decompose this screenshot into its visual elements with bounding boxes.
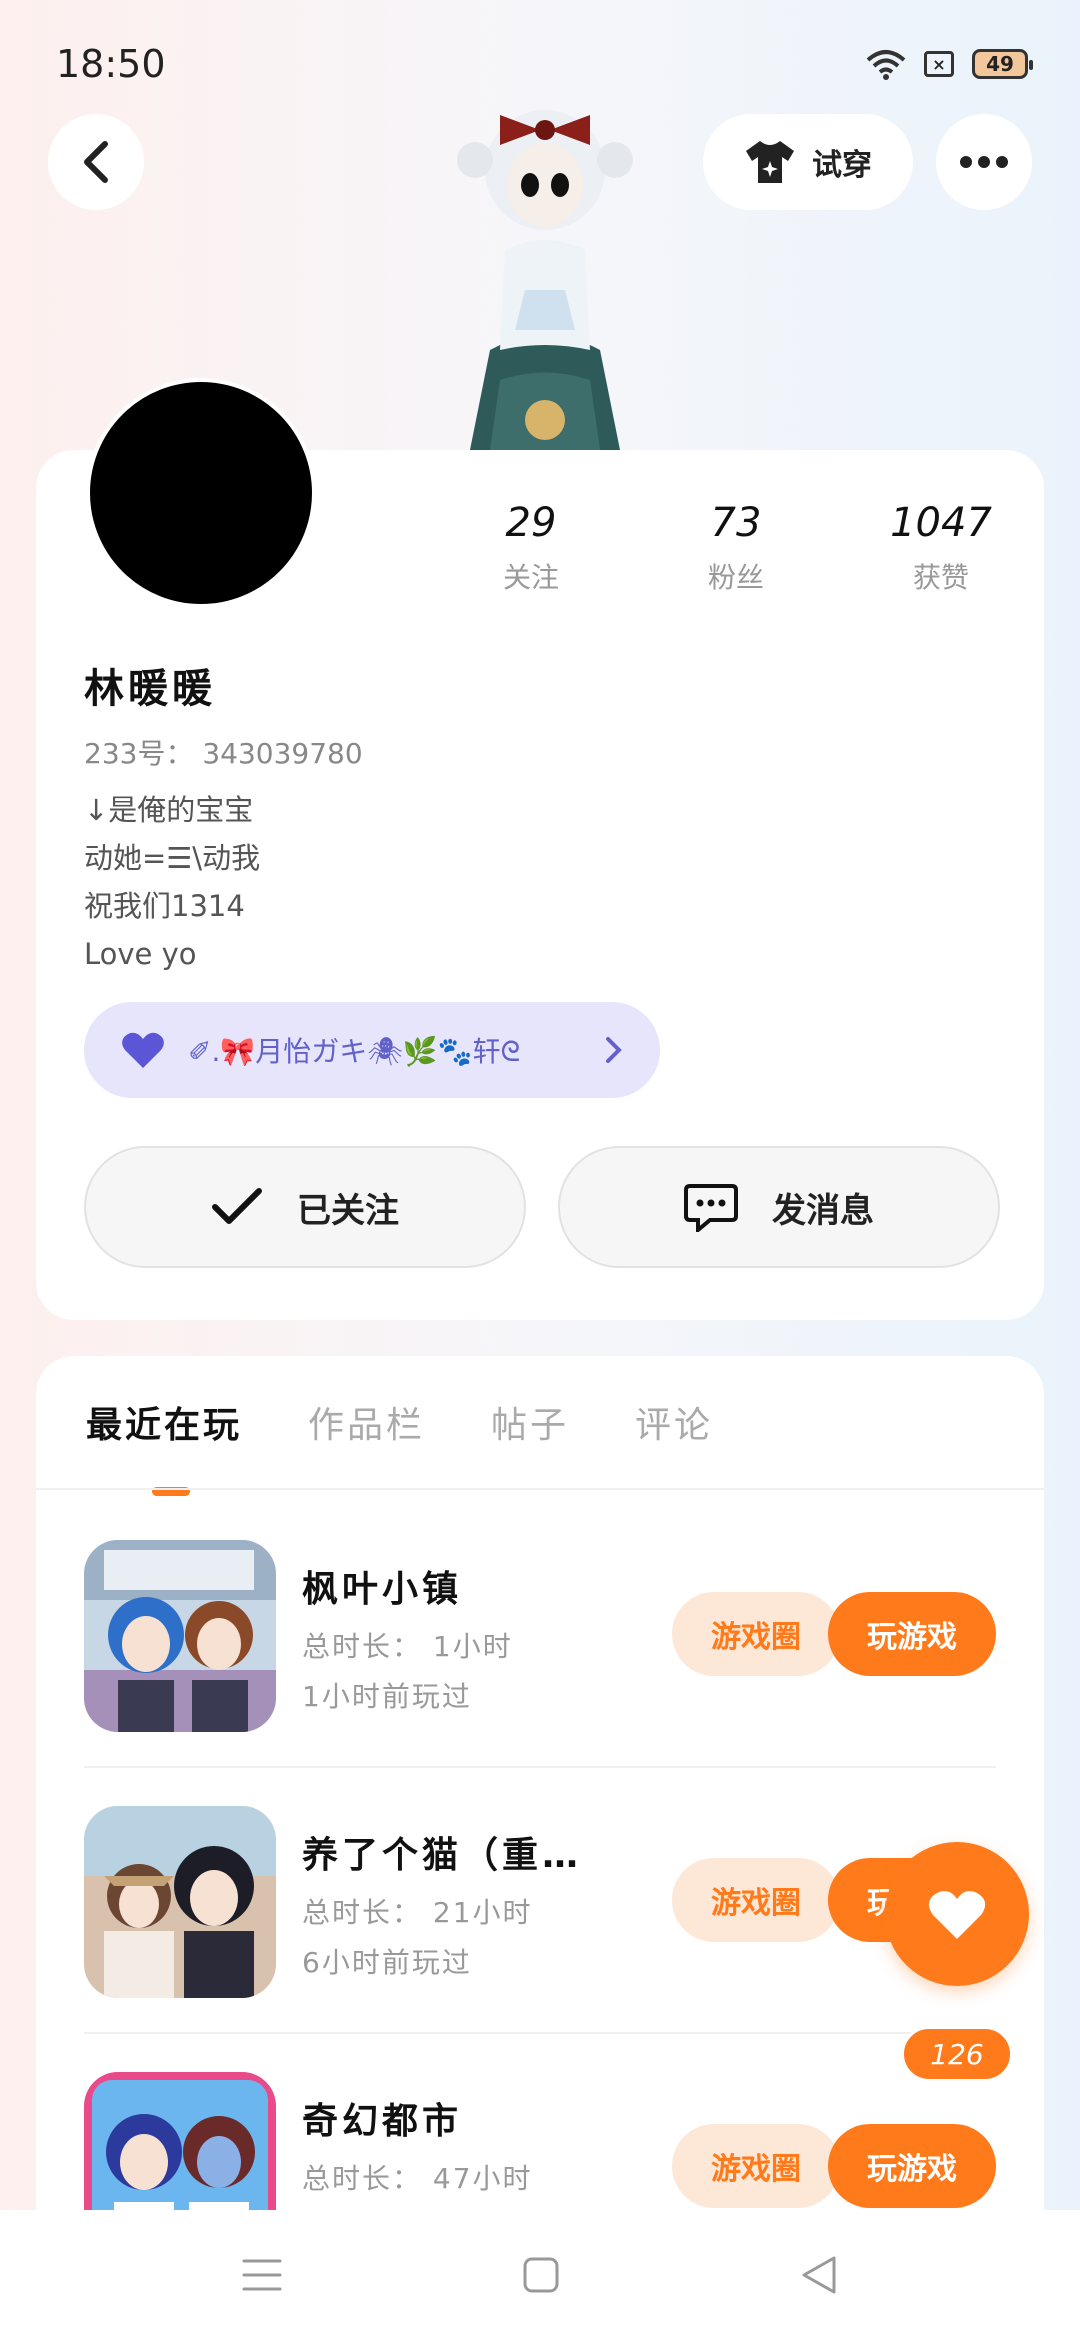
- stat-number: 29: [505, 500, 557, 546]
- heart-icon: [928, 1891, 986, 1939]
- stat-likes[interactable]: 1047 获赞: [866, 500, 1016, 596]
- game-duration: 总时长： 1小时: [302, 1630, 513, 1663]
- back-button[interactable]: [48, 114, 144, 210]
- message-label: 发消息: [772, 1190, 874, 1231]
- group-name: ✐.🎀月怡ガキ🕷🌿🐾轩ᘓ: [188, 1035, 521, 1068]
- sim-card-icon: ×: [924, 51, 954, 77]
- battery-indicator: 49: [972, 49, 1033, 79]
- stat-label: 获赞: [912, 561, 969, 594]
- group-badge[interactable]: ✐.🎀月怡ガキ🕷🌿🐾轩ᘓ: [84, 1002, 660, 1098]
- system-nav-bar: [0, 2210, 1080, 2340]
- content-card: 最近在玩 作品栏 帖子 评论 枫叶小镇 总时长： 1小时 1小时前玩过 游戏圈 …: [36, 1356, 1044, 2340]
- bio-line: ↓是俺的宝宝: [84, 793, 254, 827]
- list-item[interactable]: 养了个猫（重… 总时长： 21小时 6小时前玩过 游戏圈 玩游戏: [84, 1806, 996, 2006]
- divider: [36, 1488, 1044, 1490]
- bio: ↓是俺的宝宝 动她=☰\动我 祝我们1314 Love yo: [84, 786, 260, 978]
- more-dot-icon: [960, 156, 972, 168]
- game-meta: 总时长： 21小时 6小时前玩过: [302, 1888, 533, 1988]
- game-duration: 总时长： 47小时: [302, 2162, 533, 2195]
- bio-line: 祝我们1314: [84, 889, 245, 923]
- tab-works[interactable]: 作品栏: [308, 1396, 425, 1448]
- stat-fans[interactable]: 73 粉丝: [661, 500, 811, 596]
- like-count-badge: 126: [901, 2026, 1013, 2082]
- game-thumbnail[interactable]: [84, 1806, 276, 1998]
- followed-label: 已关注: [297, 1190, 399, 1231]
- send-message-button[interactable]: 发消息: [558, 1146, 1000, 1268]
- tshirt-icon: [746, 141, 794, 183]
- menu-icon[interactable]: [242, 2257, 282, 2293]
- game-circle-button[interactable]: 游戏圈: [672, 1592, 840, 1676]
- game-meta: 总时长： 1小时 1小时前玩过: [302, 1622, 513, 1722]
- game-name: 奇幻都市: [302, 2101, 463, 2142]
- divider: [84, 2032, 996, 2034]
- tab-bar: 最近在玩 作品栏 帖子 评论: [86, 1396, 713, 1496]
- username: 林暖暖: [84, 666, 216, 712]
- stat-label: 粉丝: [707, 561, 764, 594]
- game-last-played: 6小时前玩过: [302, 1946, 472, 1979]
- play-game-button[interactable]: 玩游戏: [828, 1592, 996, 1676]
- like-fab-button[interactable]: [885, 1842, 1029, 1986]
- list-item[interactable]: 枫叶小镇 总时长： 1小时 1小时前玩过 游戏圈 玩游戏: [84, 1540, 996, 1740]
- bio-line: 动她=☰\动我: [84, 841, 261, 875]
- wifi-icon: [866, 50, 906, 80]
- try-on-label: 试穿: [812, 148, 872, 183]
- check-icon: [212, 1188, 262, 1224]
- game-duration: 总时长： 21小时: [302, 1896, 533, 1929]
- game-name: 养了个猫（重…: [302, 1835, 583, 1876]
- tab-recently-played[interactable]: 最近在玩: [86, 1396, 242, 1496]
- profile-card: 29 关注 73 粉丝 1047 获赞 林暖暖 233号： 343039780 …: [36, 378, 1044, 1320]
- heart-group-icon: [122, 1032, 164, 1068]
- more-dot-icon: [996, 156, 1008, 168]
- try-on-button[interactable]: 试穿: [703, 114, 913, 210]
- tab-comments[interactable]: 评论: [635, 1396, 713, 1448]
- followed-button[interactable]: 已关注: [84, 1146, 526, 1268]
- divider: [84, 1766, 996, 1768]
- chevron-right-icon: [606, 1037, 622, 1063]
- chevron-left-icon: [84, 141, 108, 183]
- play-game-button[interactable]: 玩游戏: [828, 2124, 996, 2208]
- stat-following[interactable]: 29 关注: [456, 500, 606, 596]
- game-thumbnail[interactable]: [84, 1540, 276, 1732]
- home-icon[interactable]: [522, 2256, 560, 2294]
- avatar-character-figure: [440, 90, 650, 450]
- game-last-played: 1小时前玩过: [302, 1680, 472, 1713]
- more-dot-icon: [978, 156, 990, 168]
- game-circle-button[interactable]: 游戏圈: [672, 2124, 840, 2208]
- back-nav-icon[interactable]: [800, 2255, 838, 2295]
- user-id: 233号： 343039780: [84, 737, 363, 770]
- status-time: 18:50: [56, 42, 166, 86]
- stat-number: 1047: [890, 500, 992, 546]
- stat-number: 73: [710, 500, 762, 546]
- status-icons: × 49: [866, 48, 1033, 80]
- chat-bubble-icon: [684, 1184, 738, 1232]
- avatar[interactable]: [86, 378, 316, 608]
- game-meta: 总时长： 47小时: [302, 2154, 533, 2204]
- profile-stats: 29 关注 73 粉丝 1047 获赞: [456, 500, 1016, 596]
- more-options-button[interactable]: [936, 114, 1032, 210]
- stat-label: 关注: [502, 561, 559, 594]
- game-circle-button[interactable]: 游戏圈: [672, 1858, 840, 1942]
- bio-line: Love yo: [84, 937, 197, 971]
- tab-posts[interactable]: 帖子: [491, 1396, 569, 1448]
- game-name: 枫叶小镇: [302, 1569, 463, 1610]
